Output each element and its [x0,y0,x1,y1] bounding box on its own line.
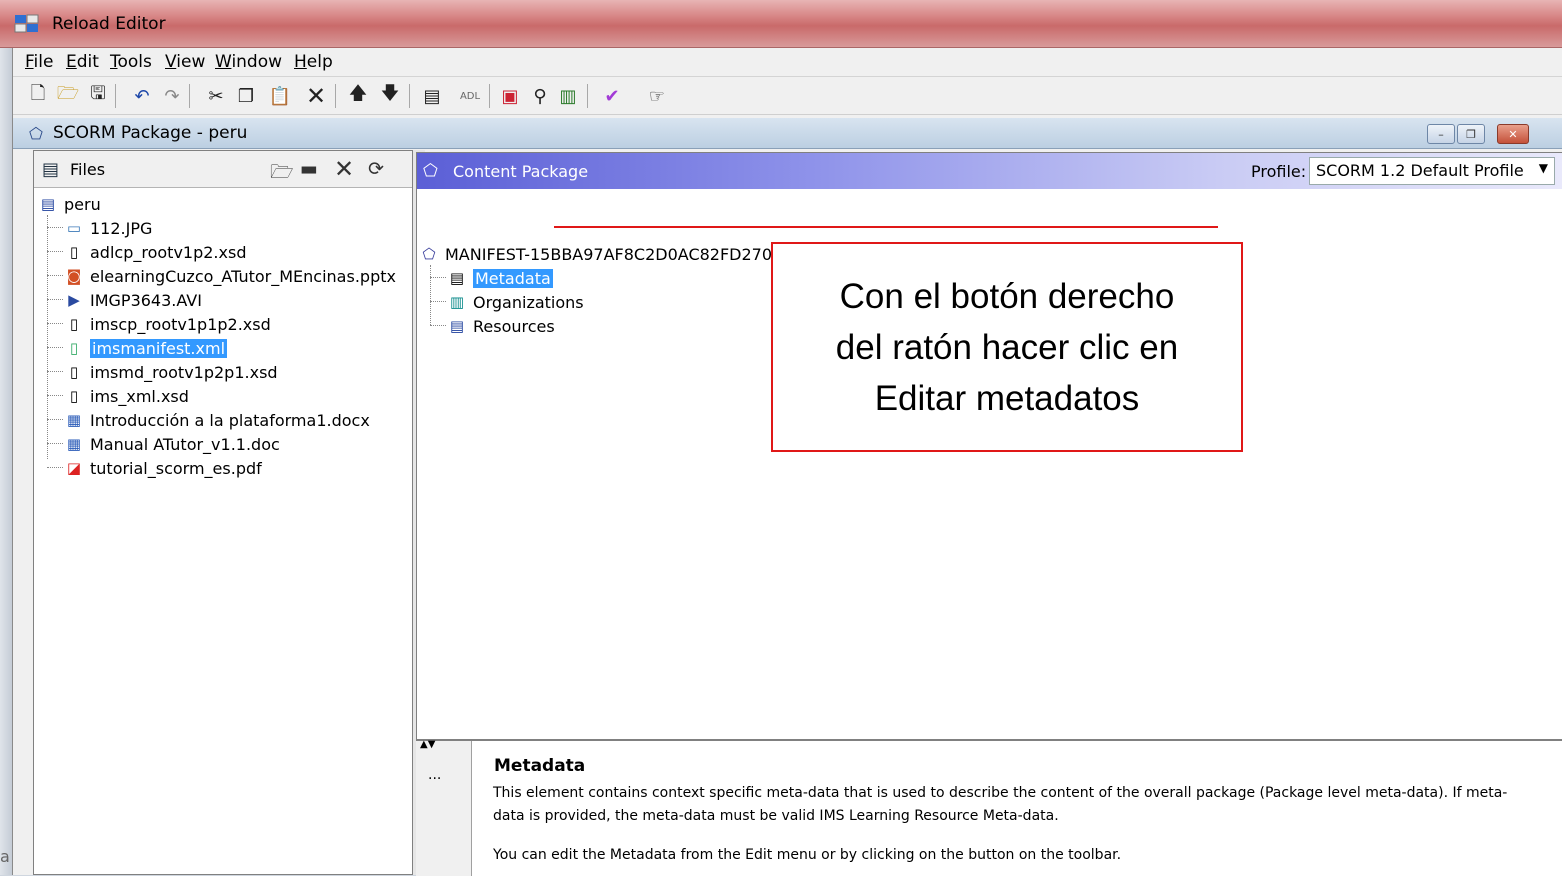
menu-bar: File Edit Tools View Window Help [13,48,1562,77]
book-icon[interactable]: ▥ [557,85,579,107]
metadata-icon[interactable]: ▤ [421,85,443,107]
find-icon[interactable]: ⚲ [529,85,551,107]
annotation-callout: Con el botón derecho del ratón hacer cli… [771,242,1243,452]
word-icon: ▦ [66,411,82,429]
xml-icon: ▯ [69,339,79,357]
document-bar: ⬠ SCORM Package - peru – ❐ ✕ [13,118,1562,149]
file-item[interactable]: ▯ imscp_rootv1p1p2.xsd [64,313,271,335]
paste-icon[interactable]: 📋 [269,85,291,107]
open-folder-icon[interactable]: 🗁 [57,83,79,107]
document-icon: ▯ [69,315,79,333]
title-bar: Reload Editor [0,0,1562,48]
content-package-icon: ⬠ [423,161,438,181]
file-item[interactable]: ◙ elearningCuzco_ATutor_MEncinas.pptx [64,265,396,287]
collapse-arrows-icon[interactable]: ▲▼ [420,739,435,750]
info-pane-tabs[interactable]: ▲▼ ... [416,739,472,876]
menu-edit[interactable]: Edit [66,52,99,72]
save-icon[interactable]: 🖫 [87,83,109,107]
document-title: SCORM Package - peru [53,123,248,143]
menu-help[interactable]: Help [294,52,333,72]
file-item-selected[interactable]: ▯ imsmanifest.xml [64,337,228,359]
annotation-line-2: del ratón hacer clic en [835,327,1179,367]
new-folder-icon[interactable]: ▬ [300,158,318,180]
document-icon: ▯ [69,243,79,261]
manifest-icon: ⬠ [422,245,436,263]
file-item[interactable]: ▯ adlcp_rootv1p2.xsd [64,241,247,263]
new-icon[interactable]: 🗋 [27,83,49,107]
adl-icon[interactable]: ADL [453,85,487,107]
cut-icon[interactable]: ✂ [205,85,227,107]
file-item[interactable]: ▯ imsmd_rootv1p2p1.xsd [64,361,278,383]
document-icon: ▯ [69,387,79,405]
pdf-icon: ◪ [66,459,82,477]
file-item[interactable]: ◪ tutorial_scorm_es.pdf [64,457,262,479]
import-icon[interactable]: 🗁 [270,158,294,190]
file-item[interactable]: ▦ Introducción a la plataforma1.docx [64,409,370,431]
pointer-hand-icon[interactable]: ☞ [635,85,679,107]
organizations-icon: ▥ [449,293,465,311]
word-icon: ▦ [66,435,82,453]
move-down-icon[interactable]: 🡇 [379,83,401,107]
profile-select[interactable]: SCORM 1.2 Default Profile ▼ [1309,157,1555,185]
delete-file-icon[interactable]: ✕ [334,155,354,183]
metadata-icon: ▤ [449,269,465,287]
content-package-title: Content Package [453,162,589,181]
undo-icon[interactable]: ↶ [131,85,153,107]
annotation-connector [554,226,1218,228]
edge-glyph: a [0,847,10,866]
validate-icon[interactable]: ✔ [601,85,623,107]
window-title: Reload Editor [52,14,166,34]
files-pane: ▤ Files 🗁 ▬ ✕ ⟳ ▤ peru ▭ 112.JPG ▯ adlcp… [33,150,413,875]
document-icon: ▯ [69,363,79,381]
annotation-line-1: Con el botón derecho [839,276,1175,316]
refresh-icon[interactable]: ⟳ [368,158,384,180]
image-icon: ▭ [66,219,82,237]
copy-icon[interactable]: ❐ [235,85,257,107]
chevron-down-icon: ▼ [1538,161,1548,175]
info-pane: ▲▼ ... Metadata This element contains co… [416,739,1562,876]
menu-tools[interactable]: Tools [110,52,152,72]
resources-node[interactable]: ▤ Resources [447,315,555,337]
close-button[interactable]: ✕ [1497,124,1529,144]
files-pane-header: ▤ Files 🗁 ▬ ✕ ⟳ [34,151,412,188]
move-up-icon[interactable]: 🡅 [347,83,369,107]
toolbar: 🗋 🗁 🖫 ↶ ↷ ✂ ❐ 📋 ✕ 🡅 🡇 ▤ ADL ▣ ⚲ ▥ ✔ ☞ [13,78,1562,115]
metadata-node[interactable]: ▤ Metadata [447,267,553,289]
file-item[interactable]: ▯ ims_xml.xsd [64,385,189,407]
powerpoint-icon: ◙ [66,267,82,285]
minimize-button[interactable]: – [1427,124,1455,144]
folder-root-icon: ▤ [40,195,56,213]
info-hint: You can edit the Metadata from the Edit … [493,847,1122,863]
tree-root[interactable]: ▤ peru [38,193,101,215]
content-package-header: ⬠ Content Package Profile: SCORM 1.2 Def… [417,153,1562,189]
preview-icon[interactable]: ▣ [499,85,521,107]
resources-icon: ▤ [449,317,465,335]
organizations-node[interactable]: ▥ Organizations [447,291,584,313]
reload-app-icon [14,14,39,33]
info-description: This element contains context specific m… [493,785,1508,824]
file-item[interactable]: ▦ Manual ATutor_v1.1.doc [64,433,280,455]
files-icon: ▤ [42,159,60,180]
redo-icon[interactable]: ↷ [161,85,183,107]
package-icon: ⬠ [29,124,43,143]
video-icon: ▶ [68,291,80,309]
left-edge [0,48,12,875]
profile-label: Profile: [1251,162,1307,181]
file-item[interactable]: ▭ 112.JPG [64,217,152,239]
main-frame: File Edit Tools View Window Help 🗋 🗁 🖫 ↶… [12,48,1562,876]
info-title: Metadata [494,756,586,776]
delete-icon[interactable]: ✕ [305,82,327,110]
file-item[interactable]: ▶ IMGP3643.AVI [64,289,202,311]
menu-view[interactable]: View [165,52,205,72]
restore-button[interactable]: ❐ [1457,124,1485,144]
menu-file[interactable]: File [25,52,53,72]
annotation-line-3: Editar metadatos [874,378,1140,418]
files-pane-title: Files [70,160,106,179]
menu-window[interactable]: Window [215,52,282,72]
